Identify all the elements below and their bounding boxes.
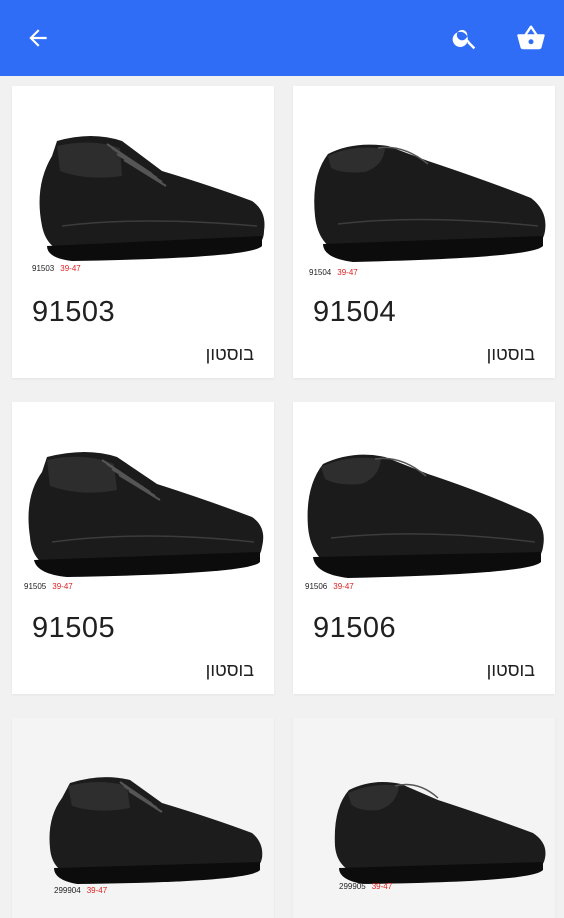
- product-brand: בוסטון: [205, 344, 254, 364]
- size-range: 39-47: [371, 882, 393, 891]
- shoe-image: [314, 144, 546, 262]
- product-code-small-text: 299904: [54, 886, 81, 895]
- top-app-bar: [0, 0, 564, 76]
- product-title: 91504: [313, 296, 397, 328]
- product-title: 91505: [32, 612, 116, 644]
- product-code-small: 91505 39-47: [24, 582, 73, 591]
- product-grid: 91503 39-47 91503 בוסטון 91504 39-47 91504…: [0, 76, 564, 918]
- search-button[interactable]: [445, 18, 485, 58]
- product-brand: בוסטון: [486, 344, 535, 364]
- product-card[interactable]: 91506 39-47 91506 בוסטון: [293, 402, 555, 694]
- product-card[interactable]: 299904 39-47: [12, 718, 274, 918]
- size-range: 39-47: [52, 582, 73, 591]
- product-brand: בוסטון: [205, 660, 254, 680]
- product-code-small: 299905 39-47: [339, 882, 392, 891]
- shoe-image: [49, 777, 263, 884]
- shoe-image: [39, 136, 265, 261]
- size-range: 39-47: [86, 886, 108, 895]
- product-title: 91506: [313, 612, 397, 644]
- product-code-small: 91506 39-47: [305, 582, 354, 591]
- size-range: 39-47: [337, 268, 358, 277]
- product-card[interactable]: 91505 39-47 91505 בוסטון: [12, 402, 274, 694]
- shoe-image: [334, 782, 546, 884]
- product-code-small: 299904 39-47: [54, 886, 107, 895]
- size-range: 39-47: [60, 264, 81, 273]
- product-card[interactable]: 91503 39-47 91503 בוסטון: [12, 86, 274, 378]
- product-brand: בוסטון: [486, 660, 535, 680]
- product-card[interactable]: 299905 39-47: [293, 718, 555, 918]
- size-range: 39-47: [333, 582, 354, 591]
- product-code-small-text: 91503: [32, 264, 55, 273]
- product-code-small-text: 91504: [309, 268, 332, 277]
- product-code-small-text: 91506: [305, 582, 328, 591]
- shoe-image: [307, 454, 544, 578]
- shoe-image: [28, 452, 264, 577]
- arrow-left-icon: [29, 29, 47, 47]
- product-code-small: 91504 39-47: [309, 268, 358, 277]
- product-code-small: 91503 39-47: [32, 264, 81, 273]
- search-icon: [452, 29, 476, 50]
- product-code-small-text: 91505: [24, 582, 47, 591]
- product-card[interactable]: 91504 39-47 91504 בוסטון: [293, 86, 555, 378]
- back-button[interactable]: [18, 18, 58, 58]
- cart-button[interactable]: [511, 18, 551, 58]
- product-title: 91503: [32, 296, 116, 328]
- basket-icon: [517, 25, 545, 50]
- product-code-small-text: 299905: [339, 882, 366, 891]
